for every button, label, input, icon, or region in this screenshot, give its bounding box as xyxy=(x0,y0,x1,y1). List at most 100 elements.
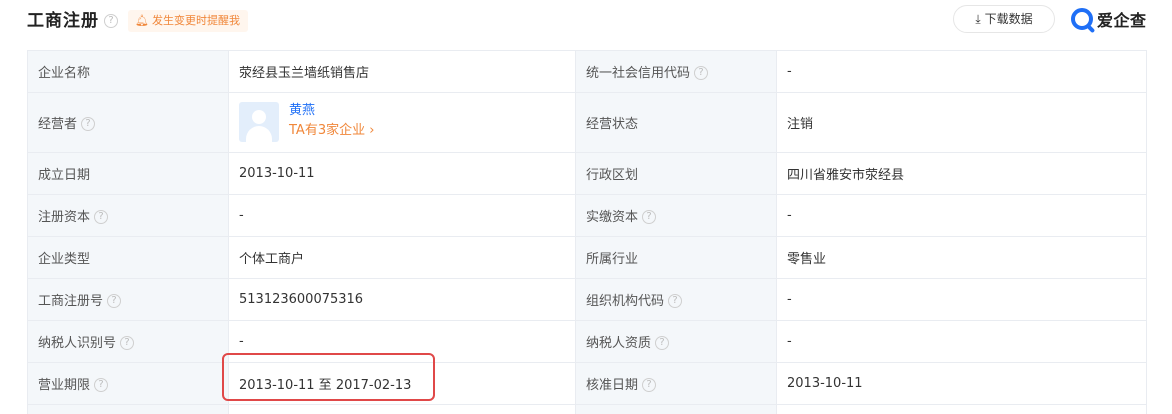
value-text: - xyxy=(239,334,244,349)
value-text: - xyxy=(787,334,792,349)
value-text: - xyxy=(787,64,792,79)
help-icon[interactable]: ? xyxy=(120,335,135,350)
change-reminder-button[interactable]: 🔔︎ 发生变更时提醒我 xyxy=(128,10,248,32)
download-icon: ⤓ xyxy=(975,12,981,26)
row-label: 营业期限? xyxy=(27,362,229,405)
table-row: 企业名称 荥经县玉兰墙纸销售店 统一社会信用代码? - xyxy=(27,50,1147,93)
row-label: 统一社会信用代码? xyxy=(575,50,777,93)
row-value: - xyxy=(776,278,1147,321)
help-icon[interactable]: ? xyxy=(107,293,122,308)
label-text: 注册资本 xyxy=(38,210,91,225)
row-value: 个体工商户 xyxy=(228,236,576,279)
row-label: 企业类型 xyxy=(27,236,229,279)
row-value xyxy=(776,404,1147,414)
highlight-box xyxy=(222,353,435,401)
row-value: 513123600075316 xyxy=(228,278,576,321)
label-text: 纳税人识别号 xyxy=(38,336,117,351)
section-header: 工商注册 ? 🔔︎ 发生变更时提醒我 ⤓ 下载数据 爱企查 xyxy=(0,0,1172,46)
operator-name-link[interactable]: 黄燕 xyxy=(289,103,315,119)
magnifier-logo-icon xyxy=(1071,8,1093,30)
value-text: 荥经县玉兰墙纸销售店 xyxy=(239,66,370,81)
row-value: - xyxy=(776,194,1147,237)
value-text: 四川省雅安市荥经县 xyxy=(787,168,905,183)
operator-card: 黄燕 TA有3家企业 › xyxy=(239,94,575,152)
avatar-head xyxy=(252,109,266,124)
row-label: 实缴资本? xyxy=(575,194,777,237)
label-text: 经营状态 xyxy=(586,117,639,132)
value-text: 个体工商户 xyxy=(239,252,305,267)
row-label: 核准日期? xyxy=(575,362,777,405)
row-label: 经营者? xyxy=(27,92,229,153)
label-text: 营业期限 xyxy=(38,378,91,393)
row-label: 企业名称 xyxy=(27,50,229,93)
help-icon[interactable]: ? xyxy=(94,377,109,392)
table-row: 经营者? 黄燕 TA有3家企业 › 经营状态 注销 xyxy=(27,92,1147,153)
help-icon[interactable]: ? xyxy=(668,293,683,308)
label-text: 成立日期 xyxy=(38,168,91,183)
label-text: 纳税人资质 xyxy=(586,336,652,351)
row-value: 荥经县玉兰墙纸销售店 xyxy=(228,50,576,93)
row-label: 组织机构代码? xyxy=(575,278,777,321)
row-value: 零售业 xyxy=(776,236,1147,279)
help-icon[interactable]: ? xyxy=(81,116,96,131)
bell-icon: 🔔︎ xyxy=(135,14,149,27)
row-value: 2013-10-11 xyxy=(228,152,576,195)
value-text: - xyxy=(239,208,244,223)
section-title: 工商注册 xyxy=(27,11,99,31)
table-row: 营业期限? 2013-10-11 至 2017-02-13 核准日期? 2013… xyxy=(27,362,1147,405)
row-value xyxy=(228,404,576,414)
registration-info-table: 企业名称 荥经县玉兰墙纸销售店 统一社会信用代码? - 经营者? 黄燕 TA有3… xyxy=(27,50,1147,414)
label-text: 行政区划 xyxy=(586,168,639,183)
row-value: 注销 xyxy=(776,92,1147,153)
row-label: 注册资本? xyxy=(27,194,229,237)
value-text: 513123600075316 xyxy=(239,292,364,307)
help-icon[interactable]: ? xyxy=(642,377,657,392)
row-label: 纳税人资质? xyxy=(575,320,777,363)
row-value: 四川省雅安市荥经县 xyxy=(776,152,1147,195)
row-value: 2013-10-11 xyxy=(776,362,1147,405)
avatar-body xyxy=(246,125,272,142)
help-icon[interactable]: ? xyxy=(694,65,709,80)
label-text: 工商注册号 xyxy=(38,294,104,309)
brand-logo[interactable]: 爱企查 xyxy=(1071,7,1147,31)
row-value: - xyxy=(776,50,1147,93)
row-label: 经营状态 xyxy=(575,92,777,153)
avatar[interactable] xyxy=(239,101,279,142)
label-text: 统一社会信用代码 xyxy=(586,66,691,81)
row-label: 纳税人识别号? xyxy=(27,320,229,363)
change-reminder-label: 发生变更时提醒我 xyxy=(151,14,240,27)
row-label: 行政区划 xyxy=(575,152,777,195)
row-label xyxy=(27,404,229,414)
label-text: 所属行业 xyxy=(586,252,639,267)
value-text: 2013-10-11 xyxy=(239,166,315,181)
label-text: 组织机构代码 xyxy=(586,294,665,309)
value-text: 零售业 xyxy=(787,252,827,267)
row-label: 所属行业 xyxy=(575,236,777,279)
download-data-button[interactable]: ⤓ 下载数据 xyxy=(953,5,1055,33)
table-row xyxy=(27,404,1147,414)
download-data-label: 下载数据 xyxy=(984,12,1033,26)
label-text: 经营者 xyxy=(38,117,78,132)
row-label: 成立日期 xyxy=(27,152,229,195)
operator-cell: 黄燕 TA有3家企业 › xyxy=(228,92,576,153)
row-value: - xyxy=(228,194,576,237)
table-row: 工商注册号? 513123600075316 组织机构代码? - xyxy=(27,278,1147,321)
value-text: - xyxy=(787,208,792,223)
value-text: 注销 xyxy=(787,117,814,132)
table-row: 纳税人识别号? - 纳税人资质? - xyxy=(27,320,1147,363)
row-value: - xyxy=(776,320,1147,363)
table-row: 企业类型 个体工商户 所属行业 零售业 xyxy=(27,236,1147,279)
operator-companies-link[interactable]: TA有3家企业 › xyxy=(289,123,374,139)
table-row: 成立日期 2013-10-11 行政区划 四川省雅安市荥经县 xyxy=(27,152,1147,195)
table-row: 注册资本? - 实缴资本? - xyxy=(27,194,1147,237)
label-text: 企业名称 xyxy=(38,66,91,81)
label-text: 实缴资本 xyxy=(586,210,639,225)
label-text: 核准日期 xyxy=(586,378,639,393)
help-icon[interactable]: ? xyxy=(642,209,657,224)
value-text: - xyxy=(787,292,792,307)
help-icon[interactable]: ? xyxy=(655,335,670,350)
help-icon[interactable]: ? xyxy=(94,209,109,224)
value-text: 2013-10-11 xyxy=(787,376,863,391)
help-icon[interactable]: ? xyxy=(104,14,118,28)
row-label xyxy=(575,404,777,414)
